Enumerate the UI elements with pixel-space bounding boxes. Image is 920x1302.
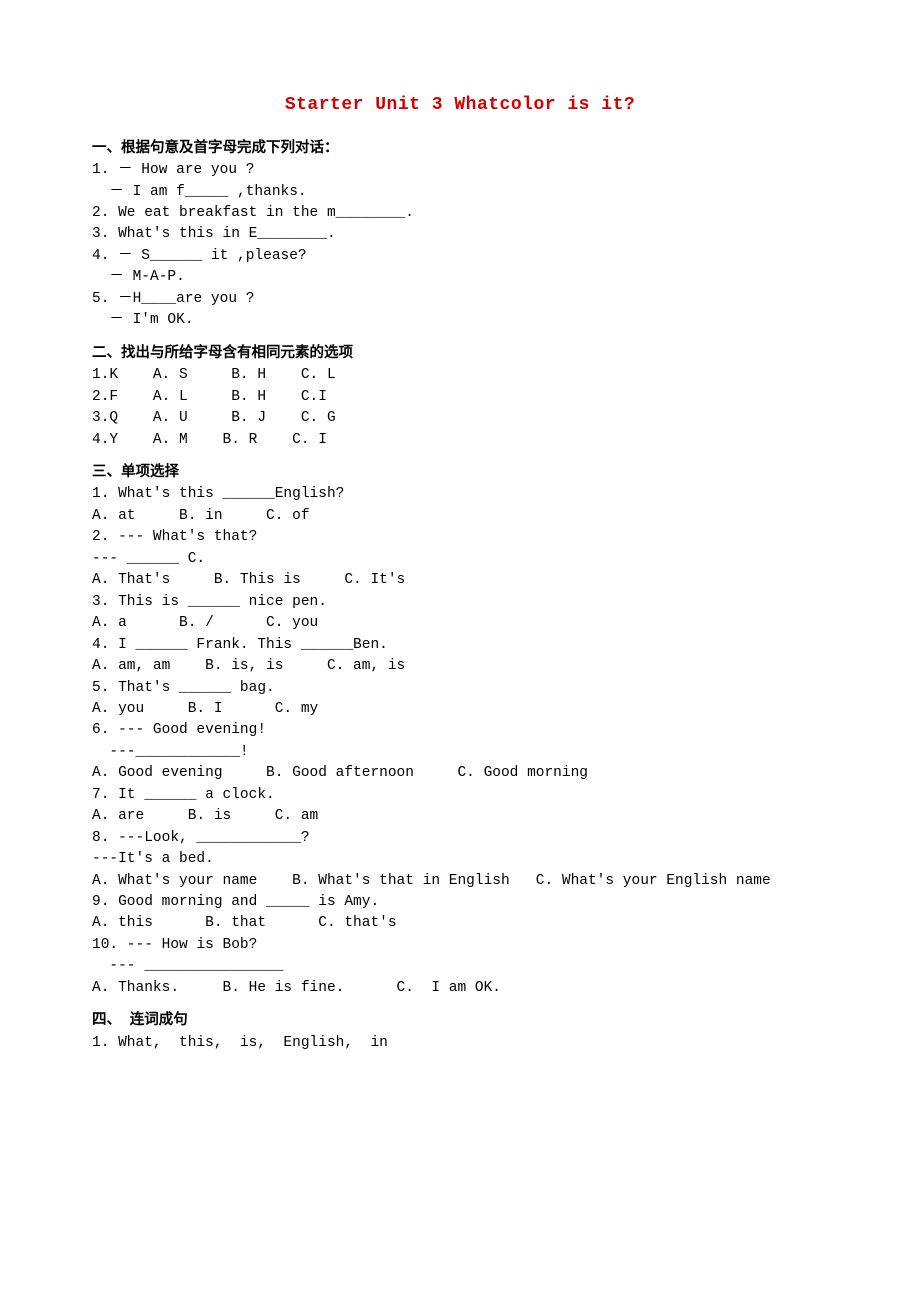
s3-q9-options: A. this B. that C. that's [92,913,828,934]
section-1: 一、根据句意及首字母完成下列对话： 1. － How are you ? － I… [92,139,828,332]
s1-q2: 2. We eat breakfast in the m________. [92,203,828,224]
s3-q2: 2. --- What's that? [92,527,828,548]
s2-q1: 1.K A. S B. H C. L [92,365,828,386]
s3-q2-options: A. That's B. This is C. It's [92,570,828,591]
page-title: Starter Unit 3 Whatcolor is it? [92,92,828,119]
s2-q2: 2.F A. L B. H C.I [92,387,828,408]
s3-q6-line2: ---____________! [92,742,828,763]
s3-q3: 3. This is ______ nice pen. [92,592,828,613]
s3-q10: 10. --- How is Bob? [92,935,828,956]
s3-q4: 4. I ______ Frank. This ______Ben. [92,635,828,656]
s1-q1-line2: － I am f_____ ,thanks. [92,182,828,203]
section-1-heading: 一、根据句意及首字母完成下列对话： [92,139,828,160]
s3-q5-options: A. you B. I C. my [92,699,828,720]
section-2-heading: 二、找出与所给字母含有相同元素的选项 [92,344,828,365]
s4-q1: 1. What, this, is, English, in [92,1033,828,1054]
s3-q10-line2: --- ________________ [92,956,828,977]
s3-q1-options: A. at B. in C. of [92,506,828,527]
s1-q5-line2: － I'm OK. [92,310,828,331]
section-3-heading: 三、单项选择 [92,463,828,484]
s3-q8-options: A. What's your name B. What's that in En… [92,871,828,892]
s1-q1-line1: 1. － How are you ? [92,160,828,181]
s1-q3: 3. What's this in E________. [92,224,828,245]
s3-q8-line2: ---It's a bed. [92,849,828,870]
s3-q7: 7. It ______ a clock. [92,785,828,806]
s3-q10-options: A. Thanks. B. He is fine. C. I am OK. [92,978,828,999]
s1-q4-line1: 4. － S______ it ,please? [92,246,828,267]
s3-q6-options: A. Good evening B. Good afternoon C. Goo… [92,763,828,784]
s3-q4-options: A. am, am B. is, is C. am, is [92,656,828,677]
s3-q3-options: A. a B. / C. you [92,613,828,634]
section-2: 二、找出与所给字母含有相同元素的选项 1.K A. S B. H C. L 2.… [92,344,828,451]
s3-q9: 9. Good morning and _____ is Amy. [92,892,828,913]
s3-q6: 6. --- Good evening! [92,720,828,741]
s2-q4: 4.Y A. M B. R C. I [92,430,828,451]
worksheet-page: Starter Unit 3 Whatcolor is it? 一、根据句意及首… [0,0,920,1302]
s1-q4-line2: － M-A-P. [92,267,828,288]
section-4: 四、 连词成句 1. What, this, is, English, in [92,1011,828,1054]
s3-q5: 5. That's ______ bag. [92,678,828,699]
s3-q7-options: A. are B. is C. am [92,806,828,827]
s3-q2-line2: --- ______ C. [92,549,828,570]
section-3: 三、单项选择 1. What's this ______English? A. … [92,463,828,999]
s3-q1: 1. What's this ______English? [92,484,828,505]
s1-q5-line1: 5. －H____are you ? [92,289,828,310]
s3-q8: 8. ---Look, ____________? [92,828,828,849]
section-4-heading: 四、 连词成句 [92,1011,828,1032]
s2-q3: 3.Q A. U B. J C. G [92,408,828,429]
